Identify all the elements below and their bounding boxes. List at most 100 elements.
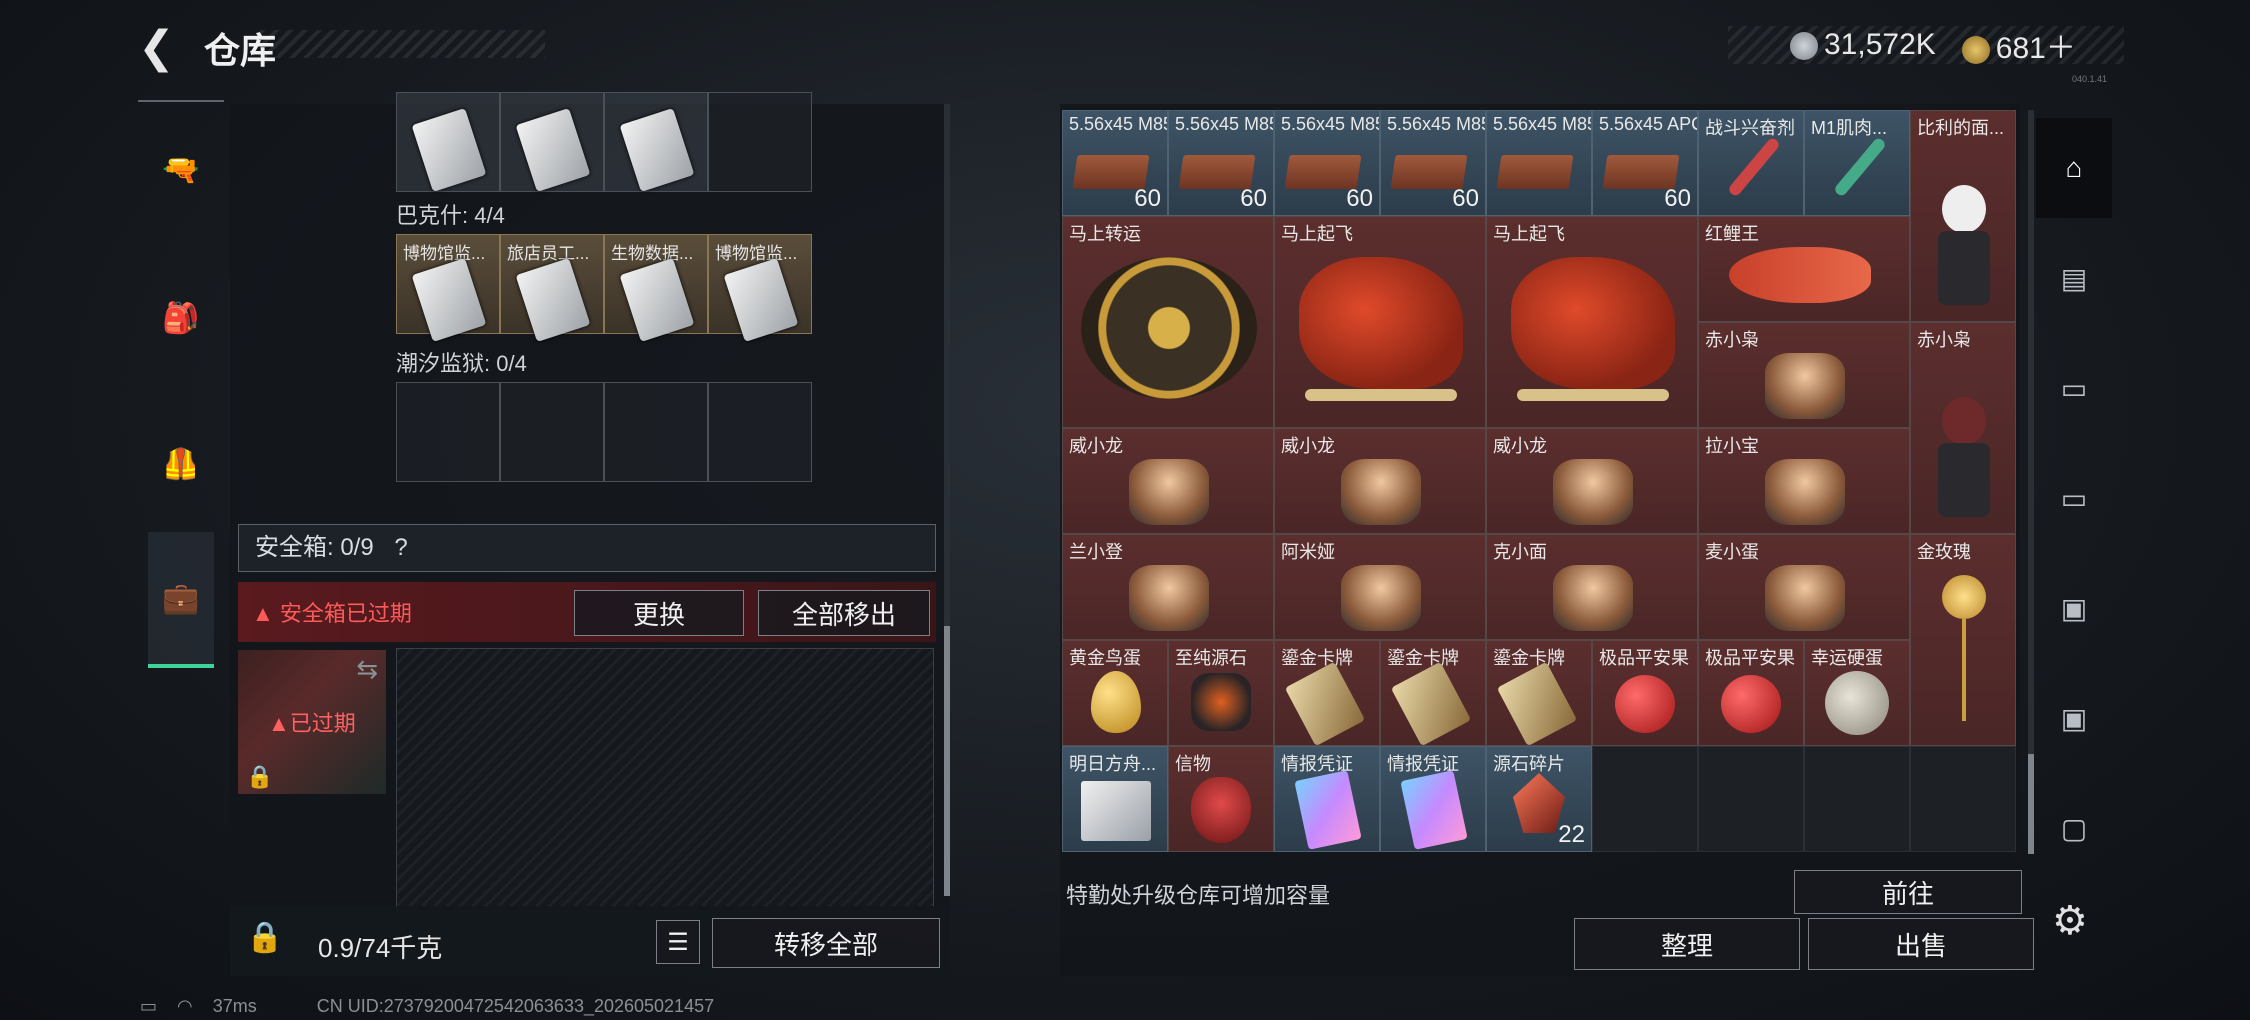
item-name: 马上转运 bbox=[1069, 224, 1141, 244]
right-scrollbar[interactable] bbox=[2028, 110, 2034, 854]
item-name: 威小龙 bbox=[1281, 436, 1335, 456]
item-name: 拉小宝 bbox=[1705, 436, 1759, 456]
collection-slot[interactable]: 生物数据... bbox=[604, 234, 708, 342]
tab-case[interactable]: ▢ bbox=[2036, 778, 2112, 878]
move-all-out-button[interactable]: 全部移出 bbox=[758, 590, 930, 636]
inventory-item[interactable]: 拉小宝 bbox=[1698, 428, 1910, 534]
inventory-item[interactable]: 5.56x45 M855 60 bbox=[1168, 110, 1274, 216]
swap-icon[interactable]: ⇆ bbox=[356, 654, 378, 685]
tab-rifles[interactable]: ▤ bbox=[2036, 228, 2112, 328]
inventory-item[interactable]: 威小龙 bbox=[1062, 428, 1274, 534]
collection-slot[interactable] bbox=[604, 92, 708, 192]
inventory-item[interactable]: 马上起飞 bbox=[1274, 216, 1486, 428]
item-name: 赤小枭 bbox=[1917, 330, 1971, 350]
inventory-item[interactable]: 5.56x45 M855 60 bbox=[1380, 110, 1486, 216]
inventory-item[interactable]: 明日方舟... bbox=[1062, 746, 1168, 852]
inventory-item[interactable]: 克小面 bbox=[1486, 534, 1698, 640]
folder-icon: ▭ bbox=[2060, 482, 2088, 514]
tab-folder[interactable]: ▭ bbox=[2036, 448, 2112, 548]
inventory-item[interactable]: 赤小枭 bbox=[1910, 322, 2016, 534]
card-item-icon bbox=[619, 108, 695, 192]
inventory-item[interactable]: 兰小登 bbox=[1062, 534, 1274, 640]
box-iv-icon: ▣ bbox=[2060, 702, 2088, 734]
inventory-item[interactable]: 信物 bbox=[1168, 746, 1274, 852]
inventory-item[interactable]: 阿米娅 bbox=[1274, 534, 1486, 640]
collection-slot-empty bbox=[396, 382, 500, 482]
item-name: 威小龙 bbox=[1493, 436, 1547, 456]
collection-label-chaoxi: 潮汐监狱: 0/4 bbox=[396, 351, 527, 376]
inventory-item[interactable]: 威小龙 bbox=[1486, 428, 1698, 534]
card-item-icon bbox=[515, 258, 591, 342]
tab-folder-iv[interactable]: ▭ bbox=[2036, 338, 2112, 438]
inventory-empty-slot bbox=[1910, 746, 2016, 852]
inventory-item[interactable]: 比利的面... bbox=[1910, 110, 2016, 322]
inventory-empty-slot bbox=[1804, 746, 1910, 852]
collection-slot[interactable]: 博物馆监... bbox=[396, 234, 500, 342]
item-name: 博物馆监... bbox=[715, 244, 798, 263]
item-name: 明日方舟... bbox=[1069, 754, 1157, 774]
tab-safe-case[interactable]: 💼 bbox=[148, 532, 214, 668]
inventory-item[interactable]: 至纯源石 bbox=[1168, 640, 1274, 746]
left-scrollbar-thumb[interactable] bbox=[944, 626, 950, 896]
inventory-item[interactable]: 情报凭证 bbox=[1274, 746, 1380, 852]
inventory-item[interactable]: M1肌肉... bbox=[1804, 110, 1910, 216]
weight-readout: 0.9/74千克 bbox=[318, 933, 443, 963]
inventory-item[interactable]: 麦小蛋 bbox=[1698, 534, 1910, 640]
inventory-item[interactable]: 赤小枭 bbox=[1698, 322, 1910, 428]
uid-text: CN UID:273792004725420636​33_20260502145… bbox=[316, 996, 715, 1016]
inventory-item[interactable]: 红鲤王 bbox=[1698, 216, 1910, 322]
inventory-item[interactable]: 源石碎片 22 bbox=[1486, 746, 1592, 852]
item-name: 5.56x45 M855 bbox=[1281, 114, 1379, 134]
wifi-icon: ◠ bbox=[177, 996, 193, 1016]
item-name: 源石碎片 bbox=[1493, 754, 1565, 774]
item-count: 60 bbox=[1346, 185, 1373, 212]
collection-slot-empty bbox=[500, 382, 604, 482]
transfer-all-button[interactable]: 转移全部 bbox=[712, 918, 940, 968]
help-icon[interactable]: ? bbox=[394, 534, 407, 561]
collection-slot[interactable]: 博物馆监... bbox=[708, 234, 812, 342]
collection-slot[interactable] bbox=[500, 92, 604, 192]
inventory-item[interactable]: 5.56x45 APC 60 bbox=[1592, 110, 1698, 216]
tab-vest[interactable]: 🦺 bbox=[138, 404, 224, 524]
inventory-item[interactable]: 5.56x45 M855 bbox=[1486, 110, 1592, 216]
inventory-item[interactable]: 马上起飞 bbox=[1486, 216, 1698, 428]
card-item-icon bbox=[411, 108, 487, 192]
inventory-item[interactable]: 情报凭证 bbox=[1380, 746, 1486, 852]
inventory-item[interactable]: 鎏金卡牌 bbox=[1486, 640, 1592, 746]
tab-warehouse[interactable]: ⌂ bbox=[2036, 118, 2112, 218]
tab-camera[interactable]: ▣ bbox=[2036, 558, 2112, 658]
goto-button[interactable]: 前往 bbox=[1794, 870, 2022, 914]
currency-gold[interactable]: 681＋ bbox=[1961, 23, 2076, 67]
inventory-item[interactable]: 极品平安果 bbox=[1592, 640, 1698, 746]
collection-slot[interactable]: 旅店员工... bbox=[500, 234, 604, 342]
inventory-item[interactable]: 黄金鸟蛋 bbox=[1062, 640, 1168, 746]
inventory-item[interactable]: 战斗兴奋剂 bbox=[1698, 110, 1804, 216]
upgrade-info-text: 特勤处升级仓库可增加容量 bbox=[1066, 883, 1331, 908]
inventory-item[interactable]: 极品平安果 bbox=[1698, 640, 1804, 746]
gear-icon[interactable]: ⚙ bbox=[2052, 898, 2088, 944]
inventory-item[interactable]: 鎏金卡牌 bbox=[1274, 640, 1380, 746]
collection-slot[interactable] bbox=[396, 92, 500, 192]
tab-weapon[interactable]: 🔫 bbox=[138, 110, 224, 230]
right-scrollbar-thumb[interactable] bbox=[2028, 754, 2034, 854]
back-arrow-icon[interactable]: ❮ bbox=[138, 26, 178, 70]
item-count: 22 bbox=[1558, 821, 1585, 848]
inventory-item[interactable]: 幸运硬蛋 bbox=[1804, 640, 1910, 746]
replace-button[interactable]: 更换 bbox=[574, 590, 744, 636]
tab-box-iv[interactable]: ▣ bbox=[2036, 668, 2112, 768]
inventory-item[interactable]: 5.56x45 M855 60 bbox=[1062, 110, 1168, 216]
list-view-icon[interactable]: ☰ bbox=[656, 920, 700, 964]
inventory-item[interactable]: 金玫瑰 bbox=[1910, 534, 2016, 746]
inventory-item[interactable]: 5.56x45 M855 60 bbox=[1274, 110, 1380, 216]
inventory-item[interactable]: 马上转运 bbox=[1062, 216, 1274, 428]
warning-icon: ▲ bbox=[268, 711, 290, 736]
inventory-item[interactable]: 威小龙 bbox=[1274, 428, 1486, 534]
sell-button[interactable]: 出售 bbox=[1808, 918, 2034, 970]
item-name: 比利的面... bbox=[1917, 118, 2005, 138]
inventory-item[interactable]: 鎏金卡牌 bbox=[1380, 640, 1486, 746]
tab-backpack[interactable]: 🎒 bbox=[138, 258, 224, 378]
weight-lock-icon: 🔒 bbox=[246, 921, 284, 954]
sort-button[interactable]: 整理 bbox=[1574, 918, 1800, 970]
item-name: 极品平安果 bbox=[1705, 648, 1795, 668]
item-name: 5.56x45 M855 bbox=[1387, 114, 1485, 134]
